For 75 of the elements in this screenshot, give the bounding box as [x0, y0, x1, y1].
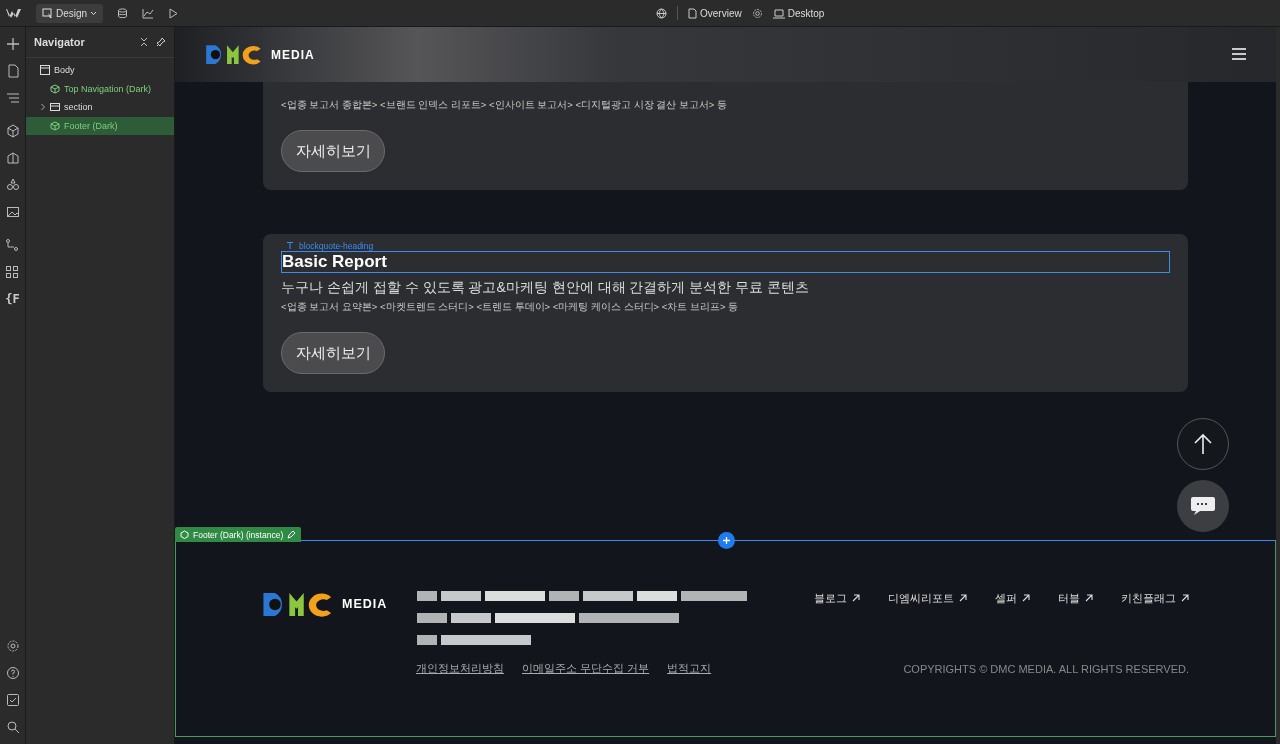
chat-button[interactable]: [1177, 480, 1229, 532]
policy-link[interactable]: 이메일주소 무단수집 거부: [522, 661, 650, 676]
policy-link[interactable]: 개인정보처리방침: [416, 661, 504, 676]
component-icon: [50, 120, 60, 131]
add-icon: [5, 37, 20, 51]
cube-icon: [5, 124, 20, 138]
breakpoint-selector[interactable]: Desktop: [772, 7, 825, 19]
navigator-item[interactable]: Body: [26, 61, 174, 80]
footer-link[interactable]: 블로그: [814, 590, 847, 606]
analytics-icon: [142, 7, 155, 19]
chat-icon: [1190, 496, 1216, 516]
policy-link[interactable]: 법적고지: [667, 661, 712, 676]
desktop-icon: [772, 7, 785, 19]
logo-text: MEDIA: [342, 597, 388, 611]
component-icon: [180, 530, 189, 539]
add-icon: [722, 536, 731, 545]
logo-text: MEDIA: [271, 47, 315, 62]
add-section-button[interactable]: [718, 532, 735, 549]
card-title: Basic Report: [281, 251, 1170, 273]
play-icon: [168, 7, 179, 19]
footer-link[interactable]: 디엠씨리포트: [888, 590, 954, 606]
page-selector[interactable]: Overview: [688, 7, 742, 19]
panel-title: Navigator: [34, 36, 86, 48]
section-icon: [50, 102, 60, 113]
text-element-icon: [287, 242, 293, 249]
card-description: <업종 보고서 종합본> <브랜드 인덱스 리포트> <인사이트 보고서> <디지털광고 시장 결산 보고서> 등: [281, 99, 728, 112]
settings-icon: [5, 639, 20, 653]
flow-icon: [5, 238, 20, 252]
card-subtitle: 누구나 손쉽게 접할 수 있도록 광고&마케팅 현안에 대해 간결하게 분석한 무료 콘텐츠: [281, 279, 810, 297]
external-link-icon: [1085, 594, 1093, 602]
element-label: blockquote-heading: [299, 240, 374, 251]
pin-icon: [156, 37, 166, 47]
variables-icon[interactable]: {F: [5, 292, 20, 306]
body-icon: [40, 65, 50, 76]
image-icon: [5, 205, 20, 219]
webflow-logo-icon: [6, 8, 22, 18]
component-tag-label: Footer (Dark) (instance): [193, 529, 284, 540]
design-mode-button[interactable]: Design: [36, 3, 104, 23]
navigator-item[interactable]: Footer (Dark): [26, 116, 174, 135]
navigator-item[interactable]: Top Navigation (Dark): [26, 79, 174, 98]
footer-link[interactable]: 키친플래그: [1121, 590, 1176, 606]
menu-icon: [1232, 47, 1246, 60]
page-icon: [5, 64, 20, 78]
help-icon: [5, 666, 20, 680]
drops-icon: [5, 178, 20, 192]
collapse-icon: [140, 37, 148, 47]
arrow-up-icon: [1193, 433, 1213, 455]
copyright-text: COPYRIGHTS © DMC MEDIA. ALL RIGHTS RESERVED.: [903, 662, 1189, 675]
caret-down-icon: [90, 10, 98, 16]
external-link-icon: [1022, 594, 1030, 602]
checklist-icon: [5, 693, 20, 707]
card-description: <업종 보고서 요약본> <마켓트렌드 스터디> <트렌드 투데이> <마케팅 케이스 스터디> <차트 브리프> 등: [281, 301, 739, 314]
style-icon: [5, 151, 20, 165]
footer-link[interactable]: 터블: [1058, 590, 1080, 606]
globe-icon: [656, 7, 667, 19]
external-link-icon: [959, 594, 967, 602]
component-icon: [50, 83, 60, 94]
search-icon: [5, 720, 20, 734]
cursor-icon: [42, 7, 53, 19]
details-button[interactable]: 자세히보기: [281, 332, 385, 374]
external-link-icon: [852, 594, 860, 602]
page-icon: [688, 7, 697, 19]
logo-icon: [205, 43, 263, 66]
navigator-icon: [5, 91, 20, 105]
database-icon: [117, 7, 129, 19]
details-button[interactable]: 자세히보기: [281, 130, 385, 172]
edit-icon: [287, 530, 297, 539]
expand-caret-icon[interactable]: [40, 103, 46, 112]
external-link-icon: [1181, 594, 1189, 602]
component-tag[interactable]: Footer (Dark) (instance): [175, 527, 302, 542]
scroll-top-button[interactable]: [1177, 418, 1229, 470]
settings-icon: [751, 7, 763, 19]
navigator-item[interactable]: section: [26, 98, 174, 117]
apps-icon: [5, 265, 20, 279]
footer-link[interactable]: 셀퍼: [995, 590, 1017, 606]
